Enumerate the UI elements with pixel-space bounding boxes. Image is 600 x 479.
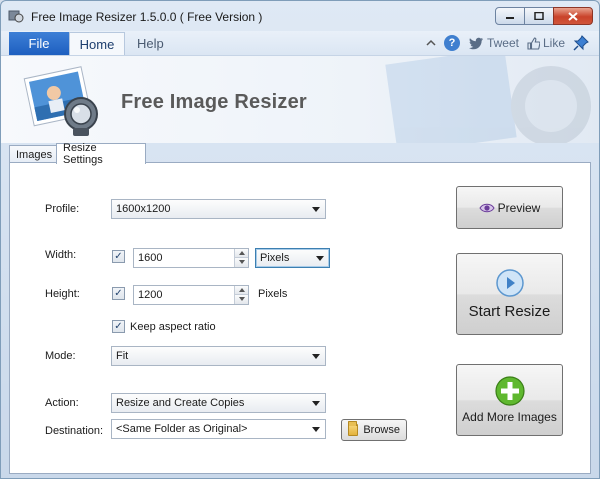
destination-value: <Same Folder as Original>	[116, 423, 248, 435]
chevron-down-icon	[312, 427, 320, 432]
maximize-icon	[534, 12, 544, 20]
title-bar: Free Image Resizer 1.5.0.0 ( Free Versio…	[1, 1, 599, 31]
folder-icon	[348, 421, 359, 436]
app-window: Free Image Resizer 1.5.0.0 ( Free Versio…	[0, 0, 600, 479]
ribbon-tab-bar: File Home Help ? Tweet Like	[1, 31, 599, 55]
tab-resize-settings[interactable]: Resize Settings	[56, 142, 146, 166]
mode-label: Mode:	[45, 350, 76, 362]
ribbon-right-tools: ? Tweet Like	[418, 35, 589, 51]
start-resize-button[interactable]: Start Resize	[456, 253, 563, 335]
plus-circle-icon	[494, 376, 525, 406]
chevron-down-icon	[312, 354, 320, 359]
close-icon	[568, 11, 578, 21]
twitter-bird-icon	[468, 37, 483, 49]
height-decrement-button[interactable]	[234, 295, 248, 304]
minimize-icon	[506, 17, 514, 19]
checkmark-icon: ✓	[114, 321, 123, 332]
minimize-button[interactable]	[495, 7, 525, 25]
window-controls	[495, 7, 593, 25]
height-unit-label: Pixels	[258, 288, 288, 300]
tweet-button[interactable]: Tweet	[468, 36, 519, 50]
width-checkbox[interactable]: ✓	[112, 250, 125, 263]
profile-label: Profile:	[45, 203, 80, 215]
maximize-button[interactable]	[524, 7, 554, 25]
tab-home[interactable]: Home	[69, 32, 125, 55]
width-unit-value: Pixels	[260, 252, 290, 264]
chevron-down-icon	[316, 256, 324, 261]
keep-aspect-checkbox[interactable]: ✓	[112, 320, 125, 333]
width-label: Width:	[45, 249, 77, 261]
width-unit-select[interactable]: Pixels	[255, 248, 330, 268]
width-decrement-button[interactable]	[234, 258, 248, 267]
chevron-down-icon	[312, 401, 320, 406]
tab-help[interactable]: Help	[137, 36, 164, 51]
mode-value: Fit	[116, 350, 129, 362]
add-more-images-label: Add More Images	[462, 410, 557, 424]
app-banner: Free Image Resizer	[1, 55, 599, 143]
height-label: Height:	[45, 288, 80, 300]
tab-images[interactable]: Images	[9, 145, 57, 163]
add-more-images-button[interactable]: Add More Images	[456, 364, 563, 436]
app-icon	[8, 10, 24, 23]
like-label: Like	[542, 36, 565, 50]
banner-watermark-image	[385, 56, 591, 143]
browse-button[interactable]: Browse	[341, 419, 407, 441]
resize-settings-panel: Profile: 1600x1200 Width: ✓ 1600 Pixels …	[9, 162, 591, 474]
chevron-down-icon	[312, 207, 320, 212]
app-logo-icon	[23, 66, 98, 136]
height-value: 1200	[138, 289, 163, 301]
action-label: Action:	[45, 397, 79, 409]
pin-button[interactable]	[573, 35, 589, 51]
checkmark-icon: ✓	[114, 251, 123, 262]
width-input[interactable]: 1600	[133, 248, 249, 268]
preview-button[interactable]: Preview	[456, 186, 563, 229]
mode-select[interactable]: Fit	[111, 346, 326, 366]
profile-select[interactable]: 1600x1200	[111, 199, 326, 219]
width-increment-button[interactable]	[234, 249, 248, 258]
width-value: 1600	[138, 252, 163, 264]
height-increment-button[interactable]	[234, 286, 248, 295]
action-value: Resize and Create Copies	[116, 397, 245, 409]
close-button[interactable]	[553, 7, 593, 25]
preview-label: Preview	[497, 200, 541, 215]
help-icon[interactable]: ?	[443, 35, 460, 51]
collapse-ribbon-button[interactable]	[426, 39, 436, 47]
destination-label: Destination:	[45, 425, 104, 437]
like-button[interactable]: Like	[527, 36, 565, 50]
pin-icon	[573, 35, 589, 51]
tweet-label: Tweet	[486, 36, 519, 50]
window-title: Free Image Resizer 1.5.0.0 ( Free Versio…	[31, 10, 263, 24]
start-resize-label: Start Resize	[468, 302, 551, 320]
profile-value: 1600x1200	[116, 203, 171, 215]
banner-title: Free Image Resizer	[121, 91, 307, 113]
chevron-up-icon	[426, 39, 436, 46]
destination-select[interactable]: <Same Folder as Original>	[111, 419, 326, 439]
eye-icon	[479, 203, 495, 212]
action-select[interactable]: Resize and Create Copies	[111, 393, 326, 413]
tab-file[interactable]: File	[9, 32, 69, 55]
play-icon	[495, 268, 524, 297]
checkmark-icon: ✓	[114, 288, 123, 299]
height-input[interactable]: 1200	[133, 285, 249, 305]
browse-label: Browse	[363, 424, 400, 436]
thumbs-up-icon	[527, 36, 540, 50]
keep-aspect-label: Keep aspect ratio	[130, 321, 216, 333]
height-checkbox[interactable]: ✓	[112, 287, 125, 300]
